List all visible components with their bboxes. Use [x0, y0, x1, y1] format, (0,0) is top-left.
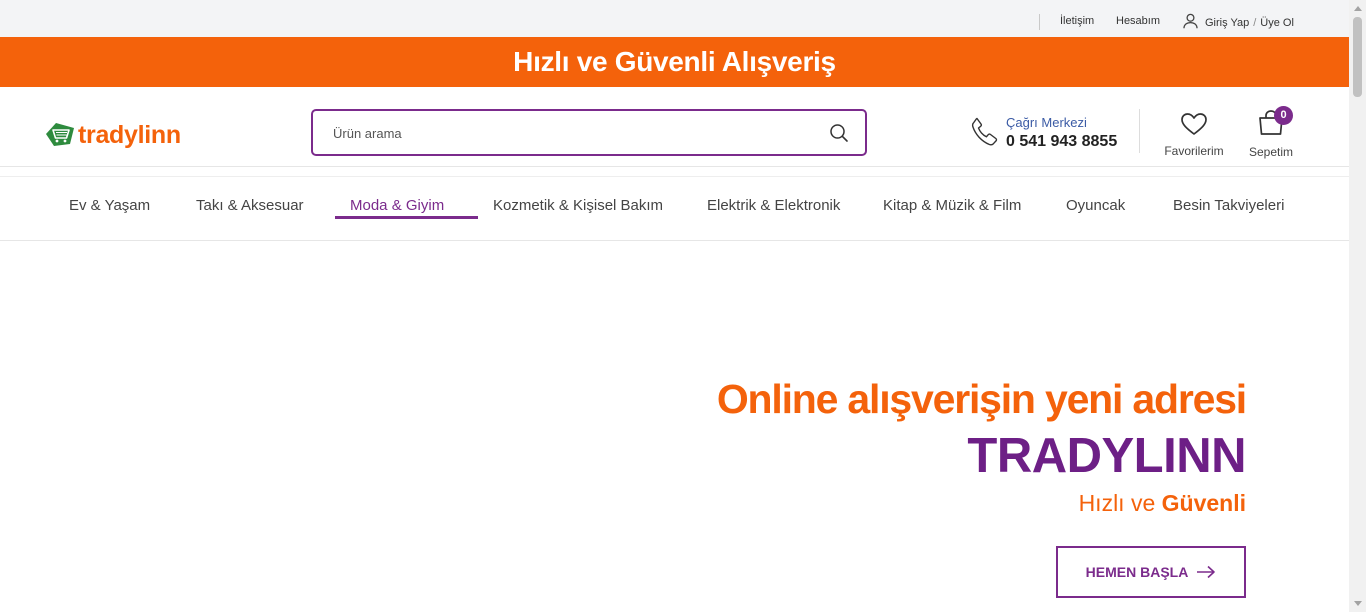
favorites-button[interactable]: Favorilerim: [1160, 112, 1228, 158]
scroll-up-arrow-icon[interactable]: [1349, 0, 1366, 17]
phone-icon: [971, 116, 998, 151]
login-register-group: Giriş Yap / Üye Ol: [1183, 13, 1294, 32]
nav-item-besin-takviyeleri[interactable]: Besin Takviyeleri: [1173, 197, 1284, 214]
main-header: tradylinn Çağrı Merkezi 0 541 943 8855 F…: [0, 87, 1349, 167]
start-now-label: HEMEN BAŞLA: [1085, 564, 1189, 580]
hero-headline: Online alışverişin yeni adresi: [716, 376, 1247, 422]
topbar-divider: [1039, 14, 1040, 30]
banner-title: Hızlı ve Güvenli Alışveriş: [513, 46, 836, 77]
hero-tagline-prefix: Hızlı ve: [1078, 490, 1162, 516]
start-now-button[interactable]: HEMEN BAŞLA: [1056, 546, 1246, 598]
category-nav: Ev & Yaşam Takı & Aksesuar Moda & Giyim …: [0, 176, 1349, 241]
cart-label: Sepetim: [1248, 145, 1294, 159]
nav-item-taki-aksesuar[interactable]: Takı & Aksesuar: [196, 197, 304, 214]
nav-item-kozmetik-kisisel-bakim[interactable]: Kozmetik & Kişisel Bakım: [493, 197, 663, 214]
cart-count-badge: 0: [1274, 106, 1293, 125]
shopping-bag-icon: [1257, 110, 1285, 141]
page: İletişim Hesabım Giriş Yap / Üye Ol Hızl…: [0, 0, 1366, 612]
login-link[interactable]: Giriş Yap: [1205, 17, 1249, 29]
favorites-label: Favorilerim: [1164, 144, 1224, 158]
user-icon[interactable]: [1183, 13, 1205, 32]
promo-banner: Hızlı ve Güvenli Alışveriş: [0, 37, 1349, 87]
register-link[interactable]: Üye Ol: [1260, 17, 1294, 29]
shopping-cart-logo-icon: [44, 120, 76, 150]
nav-item-elektrik-elektronik[interactable]: Elektrik & Elektronik: [707, 197, 840, 214]
nav-item-oyuncak[interactable]: Oyuncak: [1066, 197, 1125, 214]
search-box: [311, 109, 867, 156]
call-center[interactable]: Çağrı Merkezi 0 541 943 8855: [971, 115, 1117, 151]
cart-button[interactable]: 0 Sepetim: [1244, 106, 1298, 159]
scrollbar-thumb[interactable]: [1353, 17, 1362, 97]
hero-tagline: Hızlı ve Güvenli: [1079, 490, 1246, 517]
header-divider: [1139, 109, 1140, 153]
scroll-down-arrow-icon[interactable]: [1349, 595, 1366, 612]
search-icon[interactable]: [829, 123, 849, 143]
heart-icon: [1180, 113, 1208, 140]
nav-item-ev-yasam[interactable]: Ev & Yaşam: [69, 197, 150, 214]
nav-item-kitap-muzik-film[interactable]: Kitap & Müzik & Film: [883, 197, 1021, 214]
active-nav-underline: [335, 216, 478, 219]
call-center-label: Çağrı Merkezi: [1006, 115, 1087, 130]
nav-item-moda-giyim[interactable]: Moda & Giyim: [350, 197, 444, 214]
contact-link[interactable]: İletişim: [1060, 15, 1094, 27]
site-logo[interactable]: tradylinn: [44, 120, 181, 150]
search-input[interactable]: [333, 123, 813, 143]
hero-tagline-bold: Güvenli: [1161, 490, 1246, 516]
hero-brand-name: TRADYLINN: [967, 429, 1246, 483]
top-utility-bar: İletişim Hesabım Giriş Yap / Üye Ol: [0, 0, 1349, 37]
arrow-right-icon: [1197, 565, 1216, 579]
logo-text: tradylinn: [78, 120, 181, 149]
account-link[interactable]: Hesabım: [1116, 15, 1160, 27]
login-separator: /: [1253, 16, 1257, 29]
page-scrollbar[interactable]: [1349, 0, 1366, 612]
call-center-phone[interactable]: 0 541 943 8855: [1006, 133, 1117, 151]
